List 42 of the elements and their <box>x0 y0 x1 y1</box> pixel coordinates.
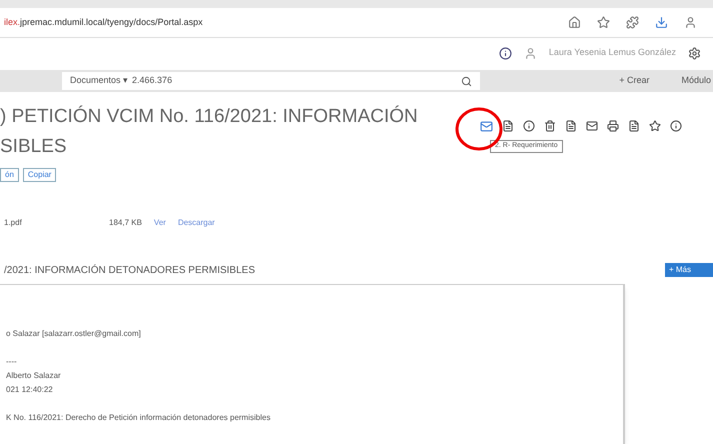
search-scope[interactable]: Documentos ▾ <box>70 74 128 88</box>
search-value: 2.466.376 <box>132 74 172 88</box>
create-link[interactable]: + Crear <box>619 74 650 88</box>
email-line: 021 12:40:22 <box>6 384 53 396</box>
action-button[interactable]: Copiar <box>22 168 56 182</box>
toolbar-icon[interactable] <box>649 120 661 132</box>
circle-annotation <box>454 106 504 152</box>
email-line: o Salazar [salazarr.ostler@gmail.com] <box>6 328 141 340</box>
toolbar-icon[interactable] <box>502 120 514 132</box>
toolbar-icon[interactable] <box>628 120 640 132</box>
download-icon[interactable] <box>655 16 668 29</box>
toolbar-icon[interactable] <box>607 120 619 132</box>
home-icon[interactable] <box>568 16 581 29</box>
email-line: K No. 116/2021: Derecho de Petición información detonadores permisibles <box>6 412 270 424</box>
search-field[interactable]: Documentos ▾ 2.466.376 <box>62 72 480 90</box>
mail-icon[interactable] <box>480 120 493 133</box>
file-link[interactable]: Ver <box>154 217 166 229</box>
modules-link[interactable]: Módulo <box>681 74 711 88</box>
toolbar-icon[interactable] <box>523 120 535 132</box>
address-url[interactable]: ilex.jpremac.mdumil.local/tyengy/docs/Portal.aspx <box>4 16 203 30</box>
settings-icon[interactable] <box>688 46 701 60</box>
user-icon <box>524 46 537 60</box>
document-title: ) PETICIÓN VCIM No. 116/2021: INFORMACIÓN <box>0 104 419 129</box>
help-icon[interactable] <box>498 46 512 60</box>
file-size: 184,7 KB <box>109 217 142 229</box>
star-icon[interactable] <box>597 16 610 29</box>
action-button[interactable]: ón <box>0 168 19 182</box>
puzzle-icon[interactable] <box>626 16 639 29</box>
search-icon[interactable] <box>461 76 472 86</box>
toolbar-icon[interactable] <box>565 120 577 132</box>
user-name[interactable]: Laura Yesenia Lemus González <box>548 46 676 60</box>
email-line: ---- <box>6 356 17 368</box>
file-link[interactable]: Descargar <box>178 217 215 229</box>
profile-icon[interactable] <box>684 16 697 29</box>
toolbar-icon[interactable] <box>670 120 682 132</box>
email-line: Alberto Salazar <box>6 370 61 382</box>
document-title: SIBLES <box>0 135 68 159</box>
more-button[interactable]: + Más <box>665 263 713 277</box>
section-title: /2021: INFORMACIÓN DETONADORES PERMISIBLES <box>4 263 255 278</box>
toolbar-icon[interactable] <box>586 120 598 132</box>
file-name: 1.pdf <box>4 217 23 229</box>
toolbar-icon[interactable] <box>544 120 556 132</box>
